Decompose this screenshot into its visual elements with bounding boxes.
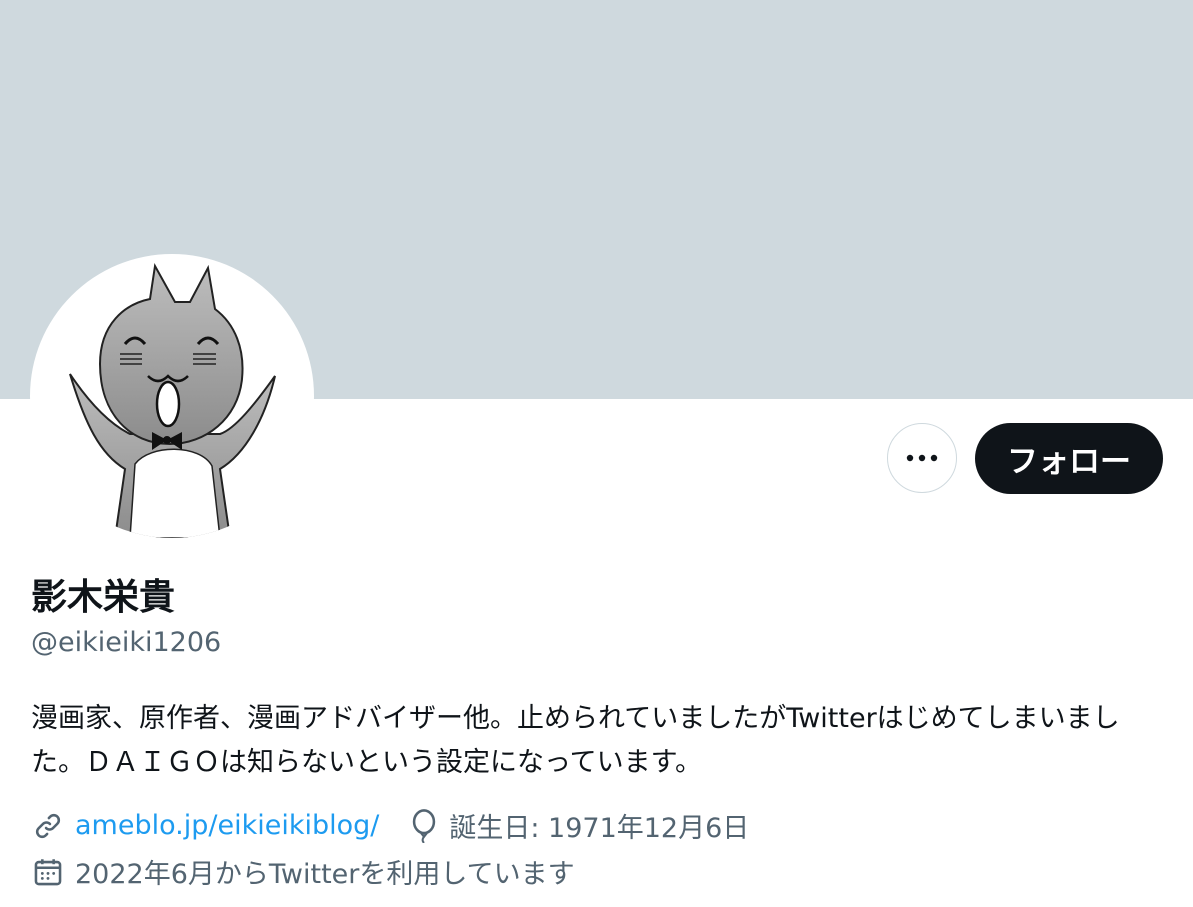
profile-display-name: 影木栄貴	[31, 577, 176, 618]
cat-avatar-illustration	[69, 262, 276, 538]
joined-item: 2022年6月からTwitterを利用しています	[31, 852, 575, 891]
profile-avatar[interactable]	[30, 254, 314, 538]
birthday-text: 誕生日: 1971年12月6日	[449, 813, 750, 844]
joined-text: 2022年6月からTwitterを利用しています	[75, 859, 575, 890]
birthday-item: 誕生日: 1971年12月6日	[409, 806, 749, 845]
website-link[interactable]: ameblo.jp/eikieikiblog/	[75, 810, 379, 841]
website-item[interactable]: ameblo.jp/eikieikiblog/	[31, 809, 379, 843]
more-icon	[906, 454, 938, 462]
follow-button[interactable]: フォロー	[975, 423, 1163, 494]
joined-row: 2022年6月からTwitterを利用しています	[31, 852, 575, 891]
calendar-icon	[34, 858, 62, 885]
more-options-button[interactable]	[887, 423, 957, 493]
profile-handle: @eikieiki1206	[31, 627, 222, 658]
profile-bio: 漫画家、原作者、漫画アドバイザー他。止められていましたがTwitterはじめてし…	[31, 703, 1120, 778]
profile-meta-row: ameblo.jp/eikieikiblog/ 誕生日: 1971年12月6日	[31, 806, 749, 845]
link-icon	[35, 813, 61, 838]
birthday-balloon-icon	[413, 808, 436, 843]
